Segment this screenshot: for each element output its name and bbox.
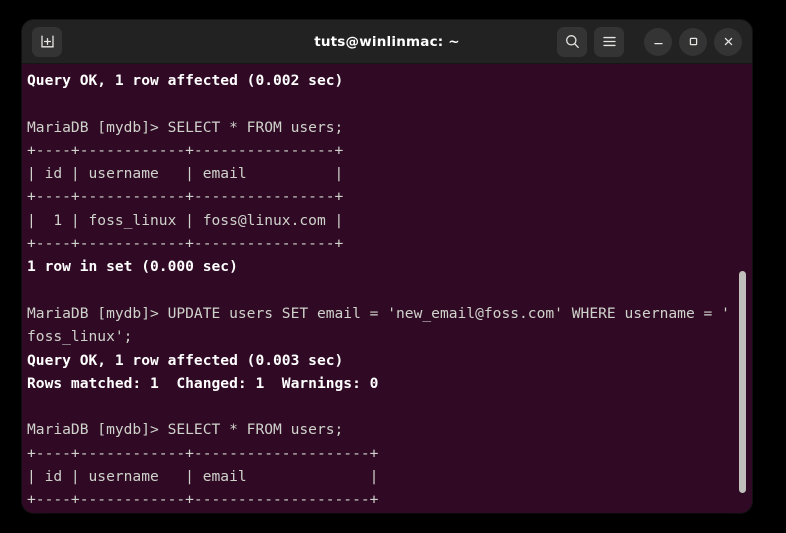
terminal-line: | id | username | email | [27,465,752,488]
titlebar-controls [557,26,742,57]
terminal-scrollbar-thumb[interactable] [739,271,746,493]
terminal-line: MariaDB [mydb]> UPDATE users SET email =… [27,302,752,325]
terminal-line-text: | id | username | email | [27,468,379,486]
terminal-content-area[interactable]: Query OK, 1 row affected (0.002 sec) Mari… [22,64,752,513]
terminal-line: foss_linux'; [27,325,752,348]
terminal-scrollbar-track[interactable] [736,64,749,513]
desktop-background: tuts@winlinmac: ~ Query OK, 1 row affect… [0,0,786,533]
terminal-line-text: Query OK, 1 row affected (0.003 sec) [27,351,344,369]
terminal-line-text: MariaDB [mydb]> SELECT * FROM users; [27,421,344,439]
search-icon[interactable] [557,26,587,57]
terminal-line-text: +----+------------+--------------------+ [27,491,379,509]
window-titlebar[interactable]: tuts@winlinmac: ~ [22,20,752,64]
terminal-line-text: +----+------------+----------------+ [27,188,344,206]
terminal-line: Query OK, 1 row affected (0.003 sec) [27,349,752,372]
terminal-line: +----+------------+----------------+ [27,185,752,208]
terminal-line: +----+------------+--------------------+ [27,442,752,465]
terminal-line: +----+------------+----------------+ [27,232,752,255]
terminal-screen: Query OK, 1 row affected (0.002 sec) Mari… [27,69,752,513]
terminal-window: tuts@winlinmac: ~ Query OK, 1 row affect… [22,20,752,513]
terminal-line-text: foss_linux'; [27,328,133,346]
terminal-line: | 1 | foss_linux | foss@linux.com | [27,209,752,232]
terminal-line-text: Rows matched: 1 Changed: 1 Warnings: 0 [27,374,379,392]
terminal-line: +----+------------+----------------+ [27,139,752,162]
terminal-line-text: Query OK, 1 row affected (0.002 sec) [27,72,344,89]
new-tab-icon[interactable] [32,26,62,57]
terminal-line: MariaDB [mydb]> SELECT * FROM users; [27,116,752,139]
minimize-icon[interactable] [644,27,672,56]
hamburger-menu-icon[interactable] [594,26,624,57]
terminal-line: 1 row in set (0.000 sec) [27,255,752,278]
terminal-line-text: 1 row in set (0.000 sec) [27,258,238,276]
terminal-line: | id | username | email | [27,162,752,185]
terminal-line: +----+------------+--------------------+ [27,488,752,511]
terminal-line-text: | id | username | email | [27,165,344,183]
terminal-line-text: +----+------------+----------------+ [27,235,344,253]
terminal-line-text: +----+------------+--------------------+ [27,444,379,462]
terminal-line-text: | 1 | foss_linux | foss@linux.com | [27,211,344,229]
terminal-line: | 1 | foss_linux | new_email@foss.com | [27,512,752,513]
terminal-line-text: +----+------------+----------------+ [27,141,344,159]
terminal-line-text: MariaDB [mydb]> SELECT * FROM users; [27,118,344,136]
close-icon[interactable] [714,27,742,56]
terminal-line: MariaDB [mydb]> SELECT * FROM users; [27,418,752,441]
maximize-icon[interactable] [679,27,707,56]
terminal-line: Query OK, 1 row affected (0.002 sec) [27,69,752,92]
terminal-line-text: MariaDB [mydb]> UPDATE users SET email =… [27,304,730,322]
terminal-line: Rows matched: 1 Changed: 1 Warnings: 0 [27,372,752,395]
